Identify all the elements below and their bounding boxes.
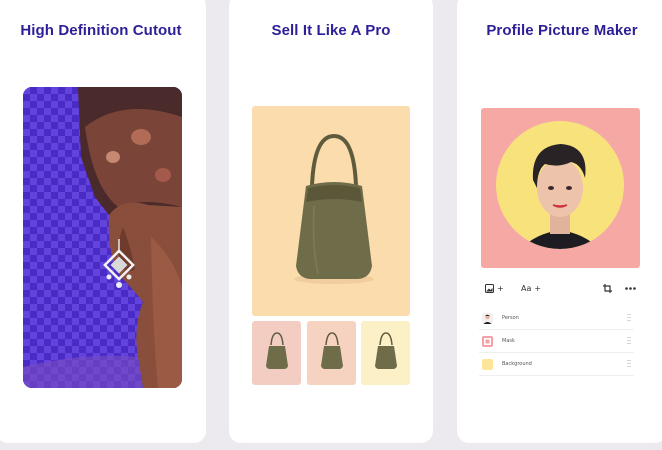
drag-handle-icon[interactable]: [627, 314, 631, 322]
thumb-handbag: [321, 332, 343, 369]
layer-row-mask[interactable]: Mask: [479, 330, 634, 353]
add-text-label: Aa: [521, 283, 532, 293]
cutout-image: [23, 87, 182, 388]
handbag-image: [294, 133, 374, 284]
layer-label: Mask: [502, 338, 515, 344]
more-icon: [625, 286, 636, 290]
layer-label: Background: [502, 361, 532, 367]
layer-label: Person: [502, 315, 519, 321]
cutout-photo: [23, 87, 182, 388]
drag-handle-icon[interactable]: [627, 360, 631, 368]
drag-handle-icon[interactable]: [627, 337, 631, 345]
card-title: Sell It Like A Pro: [271, 22, 391, 39]
add-photo-button[interactable]: +: [485, 279, 504, 297]
screenshot-card-profile: Profile Picture Maker + Aa + Person Mask…: [457, 0, 662, 443]
image-plus-icon: [485, 283, 494, 293]
more-button[interactable]: [625, 279, 636, 297]
person-thumbnail: [482, 312, 493, 324]
thumb-handbag: [266, 332, 288, 369]
screenshot-card-cutout: High Definition Cutout: [0, 0, 206, 443]
profile-photo: [481, 108, 640, 268]
thumb-handbag: [375, 332, 397, 369]
layer-row-person[interactable]: Person: [479, 307, 634, 330]
mask-swatch: [482, 335, 493, 347]
screenshot-card-product: Sell It Like A Pro: [229, 0, 433, 443]
portrait-image: [496, 121, 624, 249]
plus-symbol: +: [534, 283, 542, 293]
layer-row-background[interactable]: Background: [479, 353, 634, 376]
layer-list: Person Mask Background: [479, 307, 634, 376]
plus-symbol: +: [497, 283, 504, 293]
background-option-2[interactable]: [307, 321, 356, 385]
editor-toolbar: + Aa +: [479, 279, 647, 297]
card-title: Profile Picture Maker: [486, 22, 638, 39]
product-photo: [252, 106, 410, 316]
background-swatch: [482, 358, 493, 370]
add-text-button[interactable]: Aa +: [521, 279, 541, 297]
background-option-1[interactable]: [252, 321, 301, 385]
crop-button[interactable]: [603, 279, 612, 297]
crop-icon: [603, 283, 612, 293]
card-title: High Definition Cutout: [20, 22, 182, 39]
background-option-3[interactable]: [361, 321, 410, 385]
